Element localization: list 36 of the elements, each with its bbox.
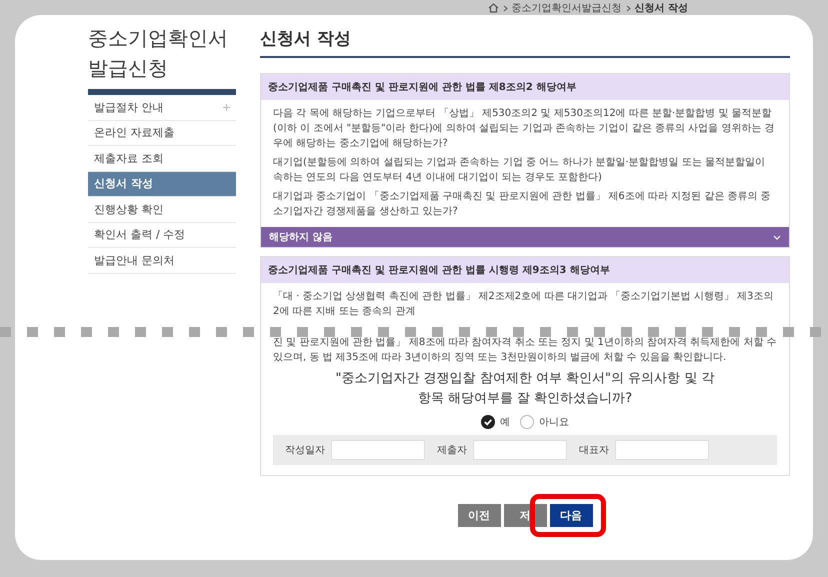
section-heading: 중소기업제품 구매촉진 및 판로지원에 관한 법률 시행령 제9조의3 해당여부 (261, 257, 789, 283)
radio-label: 아니요 (539, 416, 569, 429)
chevron-right-icon (626, 4, 631, 12)
sidebar-item[interactable]: 신청서 작성 (88, 172, 236, 197)
paragraph: 「대 · 중소기업 상생협력 촉진에 관한 법률」 제2조제2호에 따른 대기업과 「중소기업기본법 시행령」 제3조의2에 따른 지배 또는 종속의 관계 (273, 290, 774, 319)
page-title: 신청서 작성 (260, 27, 790, 58)
paragraph: 대기업(분할등에 의하여 설립되는 기업과 존속하는 기업 중 어느 하나가 분할일·분할합병일 또는 물적분할일이 속하는 연도의 다음 연도부터 4년 이내에 대기업이 되는 경우도 포함한다) (273, 156, 766, 185)
sidebar-item[interactable]: 온라인 자료제출 (88, 120, 236, 146)
plus-icon (223, 104, 230, 111)
sidebar-item[interactable]: 발급절차 안내 (88, 95, 236, 120)
radio-icon[interactable] (520, 415, 534, 429)
sidebar-item[interactable]: 발급안내 문의처 (88, 248, 236, 274)
paragraph: 대기업과 중소기업이 「중소기업제품 구매촉진 및 판로지원에 관한 법률」 제6조에 따라 지정된 같은 종류의 중소기업자간 경쟁제품을 생산하고 있는가? (273, 190, 772, 219)
section-heading: 중소기업제품 구매촉진 및 판로지원에 관한 법률 제8조의2 해당여부 (261, 74, 789, 100)
dropdown[interactable]: 해당하지 않음 (261, 227, 789, 247)
paragraph: 다음 각 목에 해당하는 기업으로부터 「상법」 제530조의2 및 제530조의12에 따른 분할·분할합병 및 물적분할(이하 이 조에서 "분할등"이라 한다)에 의하여 설립되는 기업과 존속하는 기업이 같은 종류의 사업을 영위하는 경우에 해당하는 중소기업에 해당하는가? (273, 106, 776, 151)
input-field[interactable] (615, 440, 709, 460)
field-label: 대표자 (579, 444, 609, 457)
button[interactable]: 이전 (458, 504, 500, 527)
paragraph: 진 및 판로지원에 관한 법률」 제8조에 따라 참여자격 취소 또는 정지 및 1년이하의 참여자격 취득제한에 처할 수 있으며, 동 법 제35조에 따라 3년이하의 징역 또는 3천만원이하의 벌금에 처할 수 있음을 확인합니다. (273, 336, 777, 365)
question-text: "중소기업자간 경쟁입찰 참여제한 여부 확인서"의 유의사항 및 각 항목 해당여부를 잘 확인하셨습니까? (334, 370, 716, 408)
home-icon (488, 3, 499, 13)
field-label: 제출자 (437, 444, 467, 457)
sidebar-item[interactable]: 진행상황 확인 (88, 197, 236, 222)
radio-label: 예 (500, 416, 510, 429)
sidebar-item[interactable]: 확인서 출력 / 수정 (88, 222, 236, 248)
input-field[interactable] (473, 440, 567, 460)
next-button[interactable]: 다음 (550, 504, 592, 527)
breadcrumb-link[interactable]: 중소기업확인서발급신청 (512, 1, 622, 15)
input-field[interactable] (331, 440, 425, 460)
sidebar-title: 중소기업확인서 발급신청 (88, 23, 236, 95)
chevron-down-icon (773, 234, 781, 240)
breadcrumb-link[interactable]: 신청서 작성 (634, 1, 688, 15)
chevron-right-icon (502, 4, 508, 12)
field-label: 작성일자 (285, 444, 325, 457)
radio-checked-icon[interactable] (481, 415, 495, 429)
